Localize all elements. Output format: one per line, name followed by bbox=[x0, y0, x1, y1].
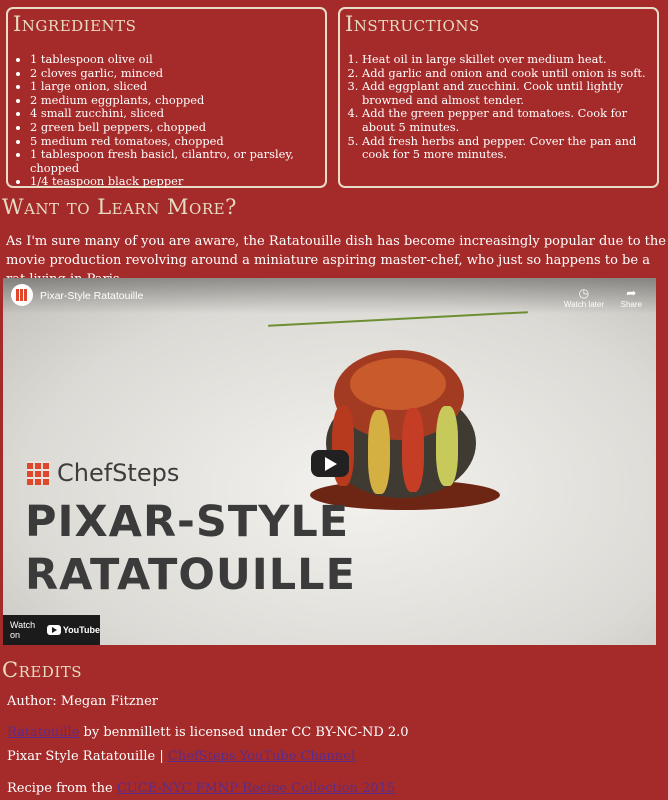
watch-later-label: Watch later bbox=[563, 300, 604, 309]
thumbnail-title: PIXAR-STYLE RATATOUILLE bbox=[25, 497, 356, 600]
list-item: 1/4 teaspoon black pepper bbox=[30, 175, 325, 189]
recipe-credit-text: Recipe from the bbox=[7, 781, 117, 796]
share-label: Share bbox=[620, 300, 642, 309]
watch-on-label: Watch on bbox=[10, 620, 36, 640]
credit-license: Ratatouille by benmillett is licensed un… bbox=[7, 724, 409, 742]
instructions-panel: Instructions Heat oil in large skillet o… bbox=[338, 7, 659, 188]
credit-author: Author: Megan Fitzner bbox=[7, 694, 159, 709]
watch-on-youtube-button[interactable]: Watch on YouTube bbox=[3, 615, 100, 645]
video-credit-text: Pixar Style Ratatouille | bbox=[7, 749, 168, 764]
share-icon: ➦ bbox=[626, 286, 637, 300]
watch-later-button[interactable]: ◷ Watch later bbox=[564, 286, 604, 309]
clock-icon: ◷ bbox=[578, 286, 590, 300]
credit-recipe: Recipe from the CUCE-NYC FMNP Recipe Col… bbox=[7, 780, 395, 798]
video-embed[interactable]: Pixar-Style Ratatouille ◷ Watch later ➦ … bbox=[3, 278, 656, 645]
youtube-icon bbox=[46, 625, 61, 635]
list-item: Add garlic and onion and cook until onio… bbox=[362, 66, 657, 81]
video-title[interactable]: Pixar-Style Ratatouille bbox=[40, 290, 143, 302]
credit-video: Pixar Style Ratatouille | ChefSteps YouT… bbox=[7, 748, 355, 766]
list-item: 2 green bell peppers, chopped bbox=[30, 120, 325, 135]
license-link[interactable]: Ratatouille bbox=[7, 725, 79, 740]
list-item: 2 medium eggplants, chopped bbox=[30, 93, 325, 108]
list-item: 2 cloves garlic, minced bbox=[30, 66, 325, 81]
ingredients-list: 1 tablespoon olive oil 2 cloves garlic, … bbox=[30, 52, 325, 189]
brand-name: ChefSteps bbox=[57, 459, 180, 487]
list-item: Heat oil in large skillet over medium he… bbox=[362, 52, 657, 67]
list-item: Add fresh herbs and pepper. Cover the pa… bbox=[362, 134, 657, 162]
license-text: by benmillett is licensed under CC BY-NC… bbox=[79, 725, 409, 740]
ingredients-panel: Ingredients 1 tablespoon olive oil 2 clo… bbox=[6, 7, 327, 188]
list-item: 4 small zucchini, sliced bbox=[30, 107, 325, 121]
channel-avatar[interactable] bbox=[11, 284, 33, 306]
list-item: 1 tablespoon fresh basicl, cilantro, or … bbox=[30, 147, 325, 175]
ingredients-heading: Ingredients bbox=[13, 12, 137, 36]
youtube-label: YouTube bbox=[62, 625, 100, 635]
youtube-channel-link[interactable]: ChefSteps YouTube Channel bbox=[168, 749, 355, 764]
list-item: 1 large onion, sliced bbox=[30, 80, 325, 94]
play-icon bbox=[325, 457, 337, 471]
grid-logo-icon bbox=[27, 461, 51, 485]
recipe-collection-link[interactable]: CUCE-NYC FMNP Recipe Collection 2015 bbox=[117, 781, 395, 796]
share-button[interactable]: ➦ Share bbox=[621, 286, 642, 309]
list-item: 1 tablespoon olive oil bbox=[30, 52, 325, 67]
credits-heading: Credits bbox=[2, 658, 83, 682]
instructions-heading: Instructions bbox=[345, 12, 480, 36]
list-item: Add eggplant and zucchini. Cook until li… bbox=[362, 79, 657, 107]
learn-more-heading: Want to Learn More? bbox=[2, 195, 237, 219]
list-item: Add the green pepper and tomatoes. Cook … bbox=[362, 107, 657, 134]
instructions-list: Heat oil in large skillet over medium he… bbox=[362, 52, 657, 162]
play-button[interactable] bbox=[311, 450, 349, 477]
list-item: 5 medium red tomatoes, chopped bbox=[30, 134, 325, 149]
youtube-logo: YouTube bbox=[46, 625, 100, 635]
